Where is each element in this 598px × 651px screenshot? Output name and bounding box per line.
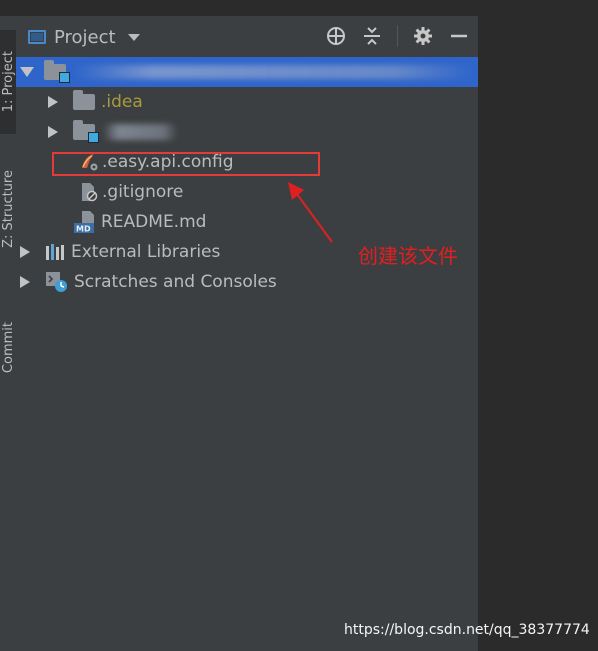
tree-row-idea[interactable]: .idea (16, 87, 478, 117)
collapsed-arrow-icon[interactable] (20, 276, 30, 288)
collapse-all-icon[interactable] (361, 25, 383, 47)
window-titlebar (0, 0, 598, 16)
project-view-title: Project (54, 26, 116, 48)
collapsed-arrow-icon[interactable] (48, 126, 58, 138)
tree-row-readme[interactable]: MD README.md (16, 207, 478, 237)
root-module-name-redacted (74, 65, 474, 79)
project-tool-window: Project .idea .easy.api.config .gitignor… (16, 16, 478, 651)
tree-row-root-module[interactable] (16, 57, 478, 87)
svg-text:MD: MD (76, 225, 91, 234)
tree-item-label: Scratches and Consoles (74, 272, 277, 292)
module-folder-icon (44, 60, 70, 83)
gear-icon[interactable] (412, 25, 434, 47)
tree-item-label: .gitignore (102, 182, 184, 202)
collapsed-arrow-icon[interactable] (20, 246, 30, 258)
side-tab-commit[interactable]: Commit (0, 308, 16, 388)
toolbar-separator (397, 25, 398, 47)
project-panel-header: Project (16, 16, 478, 59)
expand-arrow-icon[interactable] (20, 67, 34, 77)
ignore-file-icon (78, 182, 100, 202)
chevron-down-icon (127, 33, 140, 41)
side-tab-commit-label: Commit (0, 322, 16, 374)
tree-row-gitignore[interactable]: .gitignore (16, 177, 478, 207)
watermark: https://blog.csdn.net/qq_38377774 (344, 622, 590, 638)
annotation-arrow-icon (288, 182, 333, 243)
side-tab-structure-label: Z: Structure (0, 170, 16, 248)
markdown-file-icon: MD (74, 211, 98, 233)
tree-row-submodule[interactable] (16, 117, 478, 147)
tool-window-strip: 1: Project Z: Structure Commit (0, 16, 17, 651)
submodule-name-redacted (103, 124, 178, 140)
module-folder-icon (73, 120, 99, 143)
tree-item-label: External Libraries (71, 242, 221, 262)
side-tab-project[interactable]: 1: Project (0, 30, 16, 134)
tree-item-label: .idea (101, 92, 143, 112)
editor-area (478, 16, 598, 651)
minimize-icon[interactable] (448, 25, 470, 47)
locate-icon[interactable] (325, 25, 347, 47)
annotation-text: 创建该文件 (358, 244, 458, 268)
collapsed-arrow-icon[interactable] (48, 96, 58, 108)
tree-item-label: README.md (101, 212, 207, 232)
highlight-box (52, 152, 320, 176)
folder-icon (73, 90, 95, 110)
side-tab-structure[interactable]: Z: Structure (0, 144, 16, 274)
panel-toolbar (325, 25, 470, 47)
project-view-icon (28, 30, 46, 44)
project-view-selector[interactable]: Project (28, 23, 140, 51)
tree-row-scratches[interactable]: Scratches and Consoles (16, 267, 478, 297)
side-tab-project-label: 1: Project (0, 51, 16, 113)
libraries-icon (45, 242, 67, 262)
scratches-icon (45, 271, 69, 293)
